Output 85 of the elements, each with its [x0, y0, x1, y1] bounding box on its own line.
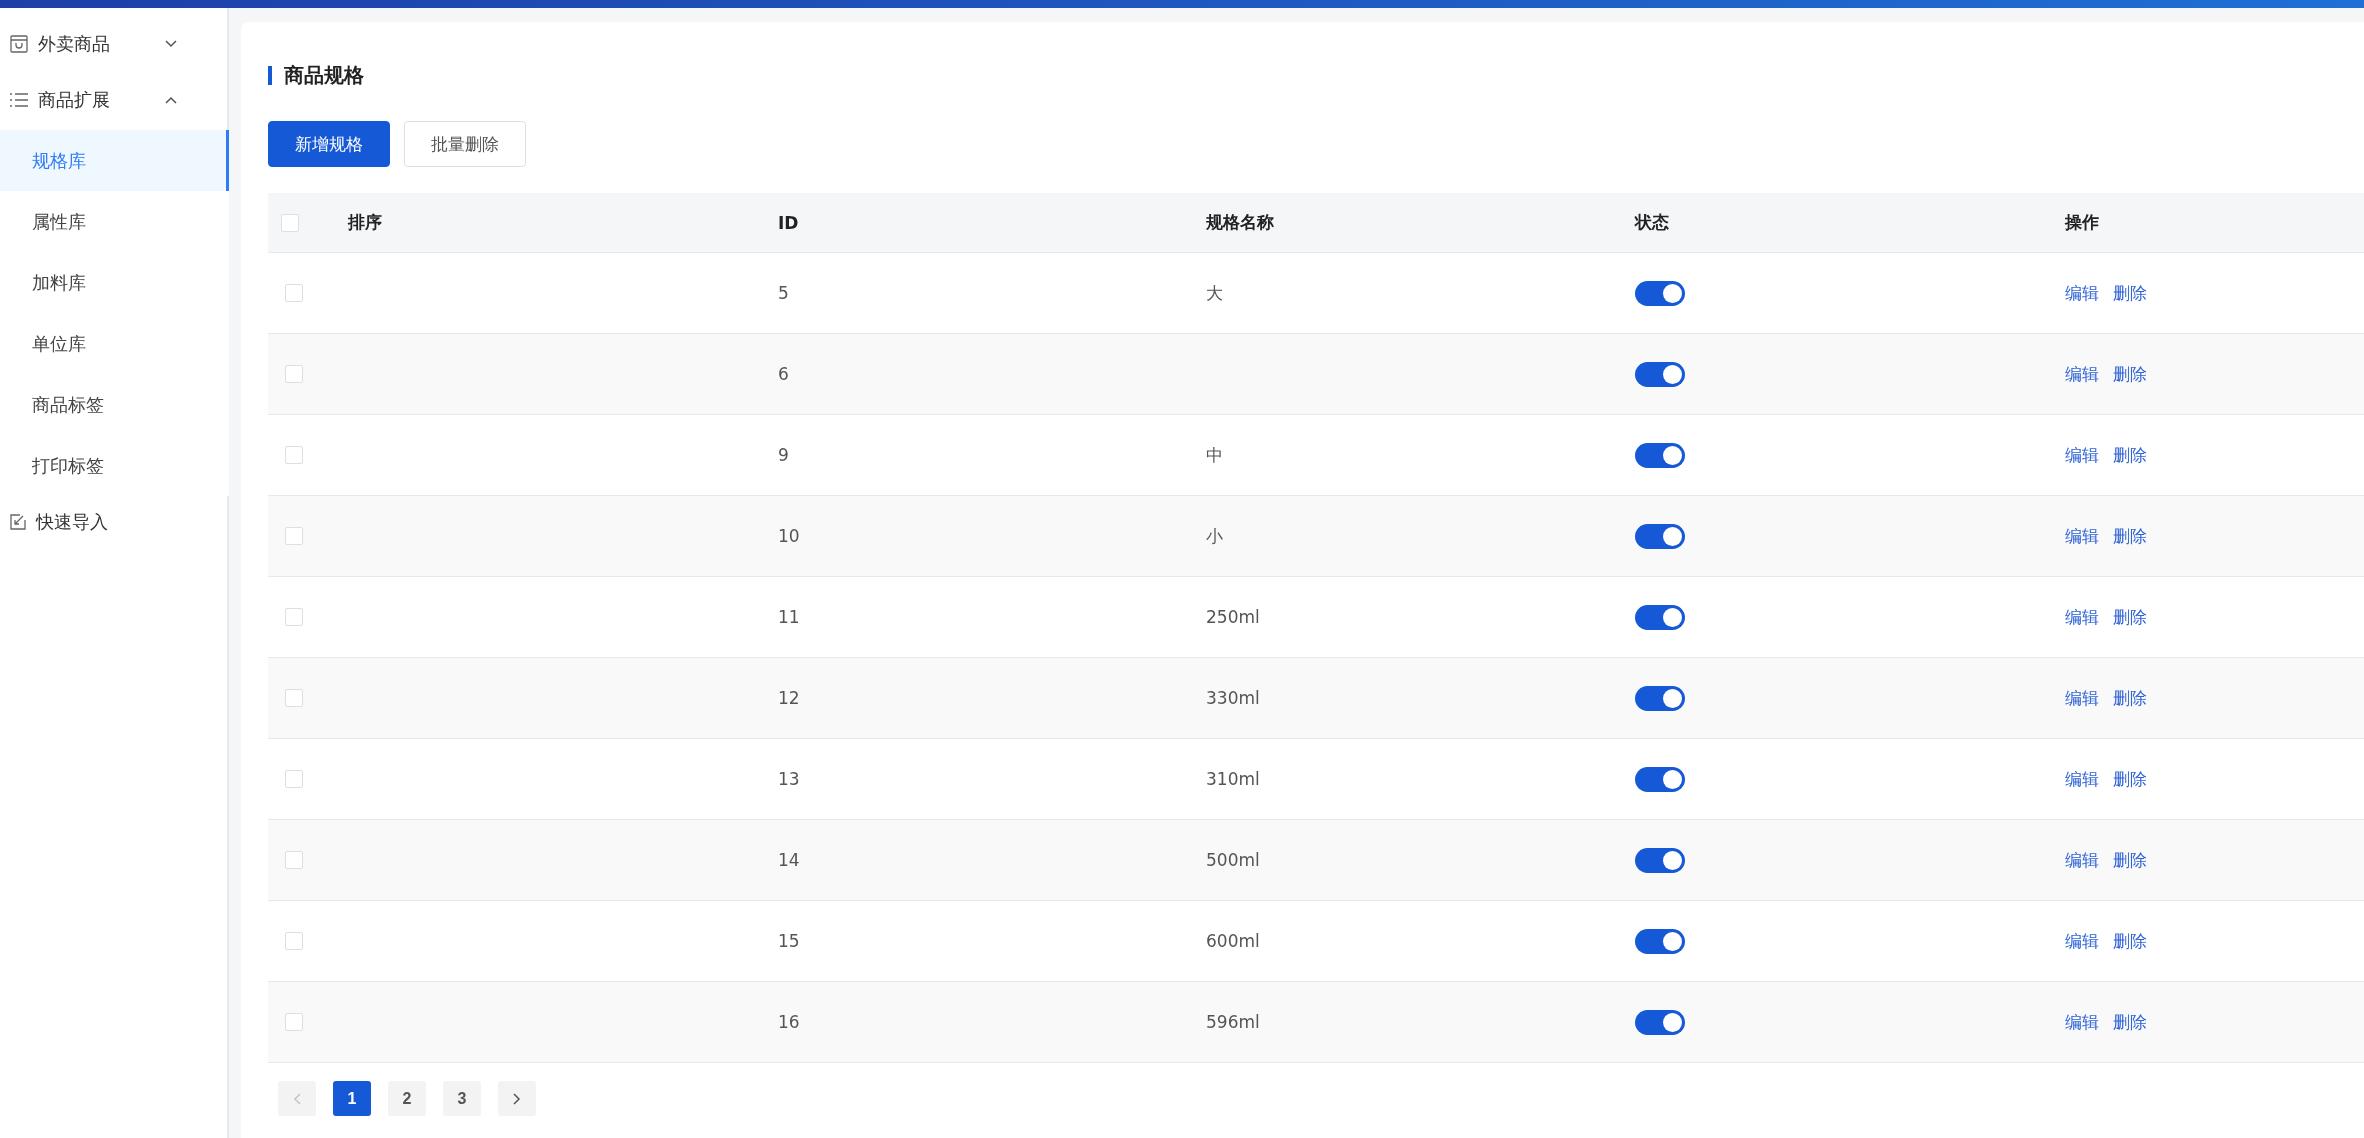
- id-cell: 12: [778, 688, 800, 708]
- id-cell: 5: [778, 283, 789, 303]
- next-page-button[interactable]: [498, 1081, 536, 1116]
- name-cell: 250ml: [1206, 607, 1260, 627]
- row-checkbox[interactable]: [285, 1013, 303, 1031]
- id-cell: 14: [778, 850, 800, 870]
- id-cell: 11: [778, 607, 800, 627]
- sidebar-group[interactable]: 快速导入: [0, 496, 227, 548]
- chevron-left-icon: [293, 1092, 301, 1105]
- delete-link[interactable]: 删除: [2113, 281, 2147, 305]
- status-toggle[interactable]: [1635, 523, 1685, 549]
- id-cell: 13: [778, 769, 800, 789]
- row-checkbox[interactable]: [285, 446, 303, 464]
- status-toggle[interactable]: [1635, 847, 1685, 873]
- status-toggle[interactable]: [1635, 442, 1685, 468]
- status-toggle[interactable]: [1635, 685, 1685, 711]
- column-header: 状态: [1635, 211, 1669, 234]
- sidebar-group[interactable]: 商品扩展: [0, 74, 227, 126]
- name-cell: 310ml: [1206, 769, 1260, 789]
- page-button[interactable]: 2: [388, 1081, 426, 1116]
- list-icon: [10, 93, 28, 107]
- add-button[interactable]: 新增规格: [268, 121, 390, 167]
- id-cell: 15: [778, 931, 800, 951]
- edit-link[interactable]: 编辑: [2065, 605, 2099, 629]
- delete-button[interactable]: 批量删除: [404, 121, 526, 167]
- id-cell: 6: [778, 364, 789, 384]
- page-button[interactable]: 1: [333, 1081, 371, 1116]
- status-toggle[interactable]: [1635, 361, 1685, 387]
- edit-link[interactable]: 编辑: [2065, 848, 2099, 872]
- edit-link[interactable]: 编辑: [2065, 443, 2099, 467]
- delete-link[interactable]: 删除: [2113, 686, 2147, 710]
- column-header: 操作: [2065, 211, 2099, 234]
- delete-link[interactable]: 删除: [2113, 362, 2147, 386]
- row-checkbox[interactable]: [285, 689, 303, 707]
- delete-link[interactable]: 删除: [2113, 848, 2147, 872]
- sidebar-item[interactable]: 规格库: [0, 130, 229, 191]
- name-cell: 596ml: [1206, 1012, 1260, 1032]
- bag-icon: [10, 35, 28, 53]
- status-toggle[interactable]: [1635, 604, 1685, 630]
- edit-link[interactable]: 编辑: [2065, 1010, 2099, 1034]
- row-checkbox[interactable]: [285, 284, 303, 302]
- page-title: 商品规格: [284, 62, 364, 89]
- name-cell: 大: [1206, 281, 1223, 305]
- edit-link[interactable]: 编辑: [2065, 929, 2099, 953]
- delete-link[interactable]: 删除: [2113, 524, 2147, 548]
- group-label: 商品扩展: [38, 88, 110, 112]
- edit-link[interactable]: 编辑: [2065, 686, 2099, 710]
- delete-link[interactable]: 删除: [2113, 605, 2147, 629]
- row-checkbox[interactable]: [285, 365, 303, 383]
- row-checkbox[interactable]: [285, 608, 303, 626]
- name-cell: 500ml: [1206, 850, 1260, 870]
- edit-link[interactable]: 编辑: [2065, 362, 2099, 386]
- delete-link[interactable]: 删除: [2113, 929, 2147, 953]
- name-cell: 小: [1206, 524, 1223, 548]
- name-cell: 600ml: [1206, 931, 1260, 951]
- id-cell: 9: [778, 445, 789, 465]
- column-header: 排序: [348, 211, 382, 234]
- name-cell: 中: [1206, 443, 1223, 467]
- import-icon: [10, 514, 26, 530]
- name-cell: 330ml: [1206, 688, 1260, 708]
- title-accent-bar: [268, 66, 272, 85]
- id-cell: 10: [778, 526, 800, 546]
- delete-link[interactable]: 删除: [2113, 767, 2147, 791]
- edit-link[interactable]: 编辑: [2065, 524, 2099, 548]
- group-label: 快速导入: [36, 510, 108, 534]
- chevron-right-icon: [513, 1092, 521, 1105]
- group-label: 外卖商品: [38, 32, 110, 56]
- row-checkbox[interactable]: [285, 770, 303, 788]
- edit-link[interactable]: 编辑: [2065, 767, 2099, 791]
- status-toggle[interactable]: [1635, 766, 1685, 792]
- delete-link[interactable]: 删除: [2113, 443, 2147, 467]
- row-checkbox[interactable]: [285, 851, 303, 869]
- sidebar-group[interactable]: 外卖商品: [0, 18, 227, 70]
- column-header: 规格名称: [1206, 211, 1274, 234]
- status-toggle[interactable]: [1635, 280, 1685, 306]
- select-all-checkbox[interactable]: [281, 213, 299, 232]
- delete-link[interactable]: 删除: [2113, 1010, 2147, 1034]
- row-checkbox[interactable]: [285, 932, 303, 950]
- row-checkbox[interactable]: [285, 527, 303, 545]
- status-toggle[interactable]: [1635, 928, 1685, 954]
- edit-link[interactable]: 编辑: [2065, 281, 2099, 305]
- status-toggle[interactable]: [1635, 1009, 1685, 1035]
- page-button[interactable]: 3: [443, 1081, 481, 1116]
- column-header: ID: [778, 212, 799, 233]
- id-cell: 16: [778, 1012, 800, 1032]
